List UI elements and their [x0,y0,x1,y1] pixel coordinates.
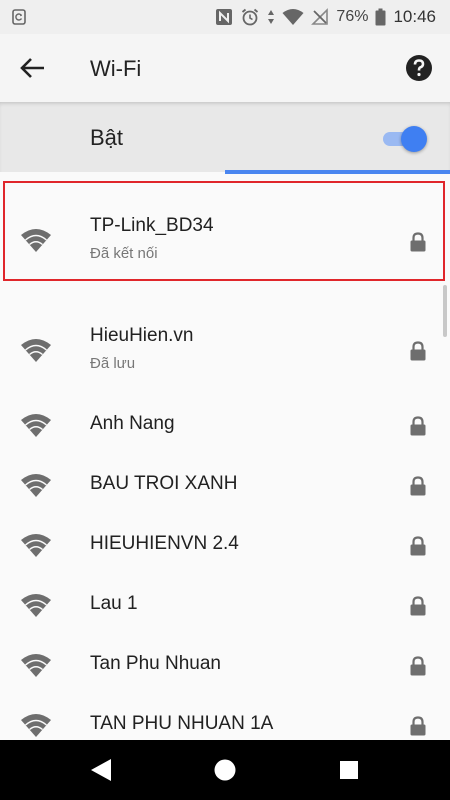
lock-icon [410,596,426,616]
wifi-toggle-switch[interactable] [383,126,427,152]
wifi-signal-icon [21,654,51,677]
network-name: Lau 1 [90,593,138,614]
network-name: HIEUHIENVN 2.4 [90,533,239,554]
connected-network-highlight [3,181,445,281]
toggle-indicator [225,170,450,174]
scrollbar[interactable] [443,285,447,337]
page-title: Wi-Fi [90,56,142,81]
lock-icon [410,536,426,556]
battery-icon [375,8,386,26]
app-bar: Wi-Fi [0,34,450,102]
network-item[interactable]: Anh Nang [0,394,450,454]
network-name: TAN PHU NHUAN 1A [90,713,274,734]
network-status: Đã lưu [90,355,136,372]
network-name: HieuHien.vn [90,325,194,346]
wifi-toggle-label: Bật [90,125,124,150]
lock-icon [410,416,426,436]
lock-icon [410,476,426,496]
network-item[interactable]: TAN PHU NHUAN 1A [0,694,450,740]
network-item[interactable]: Lau 1 [0,574,450,634]
lock-icon [410,656,426,676]
network-item[interactable]: Tan Phu Nhuan [0,634,450,694]
lock-icon [410,341,426,361]
recents-square-icon[interactable] [335,757,363,783]
wifi-signal-icon [21,534,51,557]
wifi-signal-icon [21,414,51,437]
switch-thumb [401,126,427,152]
wifi-signal-icon [21,339,51,362]
nfc-icon [216,9,233,25]
wifi-signal-icon [21,714,51,737]
battery-percent: 76% [336,8,369,25]
network-item[interactable]: BAU TROI XANH [0,454,450,514]
wifi-signal-icon [21,474,51,497]
screenshot-icon [12,9,26,25]
network-name: BAU TROI XANH [90,473,238,494]
nav-bar [0,740,450,800]
network-name: Anh Nang [90,413,175,434]
alarm-icon [242,8,259,26]
no-signal-icon [311,8,329,25]
clock: 10:46 [393,7,436,26]
wifi-signal-icon [21,594,51,617]
back-triangle-icon[interactable] [87,757,115,783]
arrow-left-icon[interactable] [18,54,48,82]
help-icon[interactable] [404,53,434,83]
network-item[interactable]: HieuHien.vn Đã lưu [0,306,450,372]
data-arrows-icon [268,10,275,24]
network-item[interactable]: HIEUHIENVN 2.4 [0,514,450,574]
status-bar: 76% 10:46 [0,0,450,34]
wifi-icon [282,9,304,25]
wifi-toggle-row[interactable]: Bật [0,102,450,172]
network-name: Tan Phu Nhuan [90,653,221,674]
lock-icon [410,716,426,736]
home-circle-icon[interactable] [211,757,239,783]
